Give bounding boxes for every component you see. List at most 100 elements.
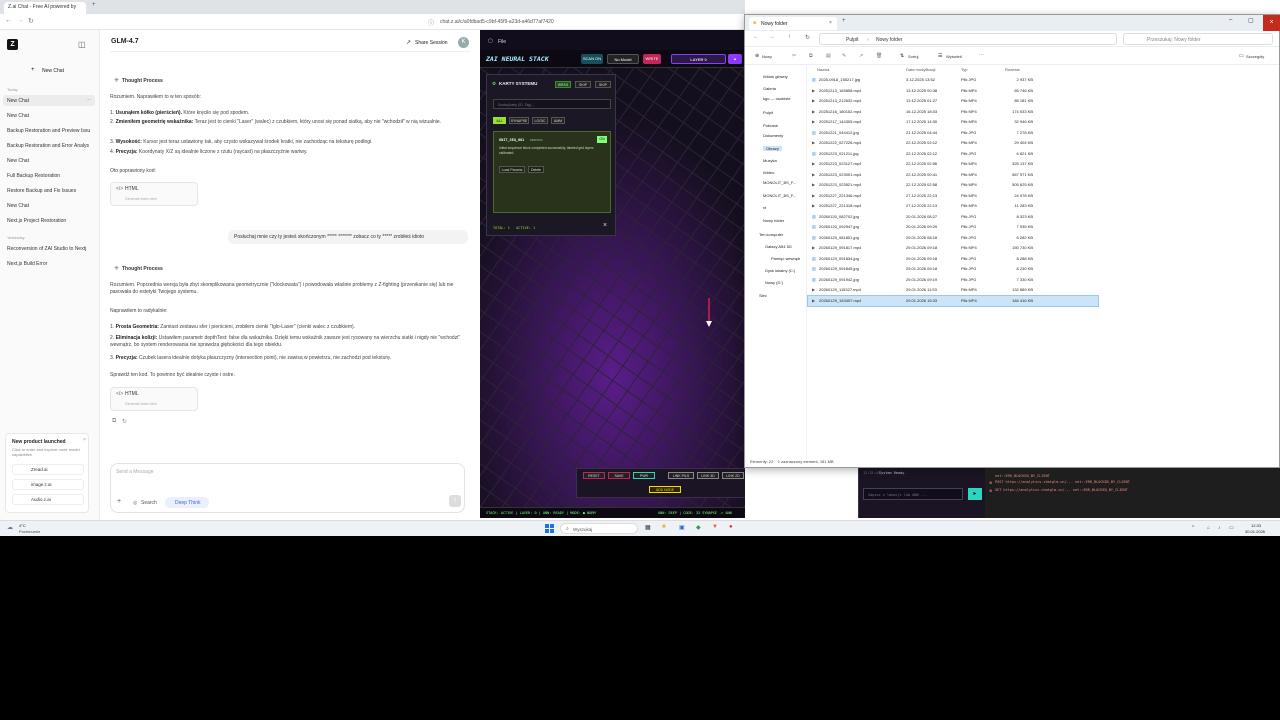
- nav-item[interactable]: Widok główny: [763, 74, 788, 79]
- close-icon[interactable]: ×: [603, 222, 607, 229]
- send-button[interactable]: ↑: [449, 495, 461, 507]
- sort-button[interactable]: Sortuj: [908, 54, 918, 59]
- link-pils-button[interactable]: LINK PILS: [668, 472, 694, 479]
- share-icon[interactable]: ↗: [406, 39, 411, 46]
- link-3d-button[interactable]: LINK 3D: [697, 472, 719, 479]
- chat-item[interactable]: Next.js Project Restoration: [7, 218, 66, 224]
- nav-item[interactable]: MONOLIT_BS_F...: [763, 193, 796, 198]
- file-row[interactable]: ▶ 20251217_144305.mp4 17.12.2025 14:30 Plik…: [808, 117, 1098, 127]
- network-icon[interactable]: ⌂: [1207, 525, 1210, 531]
- site-info-icon[interactable]: ⓘ: [428, 18, 434, 27]
- nav-item[interactable]: Pobrane: [763, 123, 778, 128]
- cut-icon[interactable]: ✂: [792, 53, 796, 59]
- model-select[interactable]: No Model: [607, 54, 639, 64]
- file-row[interactable]: ▧ 20260120_092947.jpg 20.01.2026 09:29 Plik…: [808, 222, 1098, 232]
- nav-item[interactable]: Dysk lokalny (C:): [765, 268, 795, 273]
- message-input[interactable]: Send a Message: [116, 469, 154, 475]
- cards-btn[interactable]: SKIP: [595, 81, 611, 88]
- brave-browser-icon[interactable]: ▼: [712, 524, 718, 530]
- browser-tab[interactable]: Z.ai Chat - Free AI powered by: [4, 2, 86, 14]
- write-button[interactable]: WRITE: [643, 54, 661, 64]
- chat-item[interactable]: New Chat: [7, 158, 29, 164]
- model-selector[interactable]: GLM-4.7: [111, 38, 139, 45]
- new-chat-button[interactable]: + New Chat: [7, 65, 93, 76]
- promo-link[interactable]: Audio.z.ai: [12, 494, 84, 505]
- chat-item[interactable]: Backup Restoration and Error Analys: [7, 143, 89, 149]
- breadcrumb-item[interactable]: Pulpit: [846, 37, 859, 43]
- file-row[interactable]: ▶ 20251216_180152.mp4 16.12.2025 18:03 Plik…: [808, 107, 1098, 117]
- layer-indicator[interactable]: LAYER 0: [671, 54, 726, 64]
- share-session-button[interactable]: Share Session: [415, 40, 448, 46]
- scan-button[interactable]: SCAN ON: [581, 54, 603, 64]
- nav-item[interactable]: MONOLIT_BS_F...: [763, 180, 796, 185]
- cards-btn[interactable]: SKIP: [575, 81, 591, 88]
- nav-item[interactable]: Nowy (D:): [765, 280, 783, 285]
- nav-item[interactable]: Wideo: [763, 170, 774, 175]
- breadcrumb[interactable]: Pulpit › Nowy folder: [819, 33, 1117, 45]
- file-row[interactable]: ▧ 20251221_044412.jpg 21.12.2025 04:44 Plik…: [808, 128, 1098, 138]
- copy-icon[interactable]: ⧉: [809, 53, 813, 59]
- taskbar-search[interactable]: ⌕ Wyszukaj: [560, 523, 638, 534]
- chat-item[interactable]: Next.js Build Error: [7, 261, 47, 267]
- column-header[interactable]: Nazwa: [817, 67, 829, 72]
- file-explorer-icon[interactable]: ■: [662, 524, 666, 530]
- chat-item[interactable]: New Chat: [7, 98, 29, 104]
- promo-link[interactable]: Zread.ai: [12, 464, 84, 475]
- avatar[interactable]: K: [458, 37, 469, 48]
- url-field[interactable]: chat.z.ai/c/a0fdbad5-c9bf-45f9-a23d-a46d…: [440, 19, 554, 25]
- file-row[interactable]: ▧ 20260129_091845.jpg 29.01.2026 09:18 Plik…: [808, 264, 1098, 274]
- delete-icon[interactable]: 🗑: [876, 53, 882, 59]
- code-artifact-card[interactable]: </> HTML Generate index.html: [110, 182, 198, 206]
- start-button[interactable]: [545, 524, 554, 533]
- nav-item[interactable]: Sieć: [759, 293, 767, 298]
- file-row[interactable]: ▧ 20260120_082702.jpg 20.01.2026 08:27 Plik…: [808, 212, 1098, 222]
- close-icon[interactable]: ×: [83, 437, 86, 443]
- chat-item[interactable]: Reconversion of ZAI Studio to Nextj: [7, 246, 86, 252]
- card-action-load[interactable]: Load Params: [499, 166, 525, 173]
- task-view-icon[interactable]: ▦: [645, 524, 651, 531]
- paste-icon[interactable]: ▤: [826, 53, 831, 59]
- explorer-search-input[interactable]: Przeszukaj: Nowy folder: [1123, 33, 1273, 45]
- file-row[interactable]: ▶ 20251227_221346.mp4 27.12.2025 22:13 Plik…: [808, 191, 1098, 201]
- layer-up-button[interactable]: ▴: [728, 54, 742, 64]
- card-item[interactable]: UNIT_SEQ_001 PROCESS ON Initial sequence…: [493, 131, 611, 213]
- refresh-icon[interactable]: ↻: [805, 34, 810, 41]
- filter-all[interactable]: ALL: [493, 117, 506, 124]
- nav-item[interactable]: Obrazy: [763, 146, 782, 151]
- file-row[interactable]: ▧ 20260129_091942.jpg 29.01.2026 09:19 Plik…: [808, 275, 1098, 285]
- nav-item[interactable]: Muzyka: [763, 158, 777, 163]
- file-row[interactable]: ▶ 20251223_023521.mp4 22.12.2025 02:58 Plik…: [808, 180, 1098, 190]
- copy-icon[interactable]: ⧉: [112, 418, 116, 425]
- file-row[interactable]: ▧ 20251223_021211.jpg 22.12.2025 02:12 Plik…: [808, 149, 1098, 159]
- promo-link[interactable]: image.z.ai: [12, 479, 84, 490]
- nav-item[interactable]: kgo — osobiste: [763, 96, 791, 101]
- more-icon[interactable]: ⋯: [86, 97, 91, 103]
- file-row[interactable]: ▶ 20251223_023001.mp4 22.12.2025 00:41 Plik…: [808, 170, 1098, 180]
- forward-icon[interactable]: →: [769, 34, 775, 40]
- reset-button[interactable]: RESET: [583, 472, 605, 479]
- filter-logic[interactable]: LOGIC: [532, 117, 548, 124]
- chat-item[interactable]: Backup Restoration and Preview Issu: [7, 128, 90, 134]
- details-button[interactable]: Szczegóły: [1246, 54, 1264, 59]
- file-row[interactable]: ▧ 20260129_091834.jpg 29.01.2026 09:18 Plik…: [808, 254, 1098, 264]
- console-send-button[interactable]: ▸: [968, 488, 982, 500]
- explorer-tab[interactable]: ■ Nowy folder ×: [749, 17, 837, 30]
- forward-icon[interactable]: →: [17, 17, 24, 24]
- rename-icon[interactable]: ✎: [842, 53, 846, 59]
- back-icon[interactable]: ←: [5, 17, 12, 24]
- file-row[interactable]: ▶ 20260129_115327.mp4 29.01.2026 11:53 Plik…: [808, 285, 1098, 295]
- nav-item[interactable]: Ten komputer: [759, 232, 783, 237]
- app-icon[interactable]: ◆: [696, 524, 701, 531]
- file-row[interactable]: ▶ 20260129_153407.mp4 29.01.2026 15:33 Plik…: [807, 294, 1099, 307]
- regenerate-icon[interactable]: ↻: [122, 418, 127, 425]
- thought-process-toggle[interactable]: Thought Process: [122, 78, 163, 84]
- new-button[interactable]: Nowy: [762, 54, 772, 59]
- cards-btn[interactable]: WRKS: [555, 81, 571, 88]
- filter-synapse[interactable]: SYNAPSE: [509, 117, 529, 124]
- close-icon[interactable]: ×: [829, 20, 832, 26]
- chrome-icon[interactable]: ●: [729, 524, 733, 530]
- link-2d-button[interactable]: LINK 2D: [722, 472, 744, 479]
- column-header[interactable]: Rozmiar: [1005, 67, 1020, 72]
- chat-item[interactable]: New Chat: [7, 113, 29, 119]
- file-row[interactable]: ▧ 2025-0918_155217.jpg 3.12.2025 13:52 Plik…: [808, 75, 1098, 85]
